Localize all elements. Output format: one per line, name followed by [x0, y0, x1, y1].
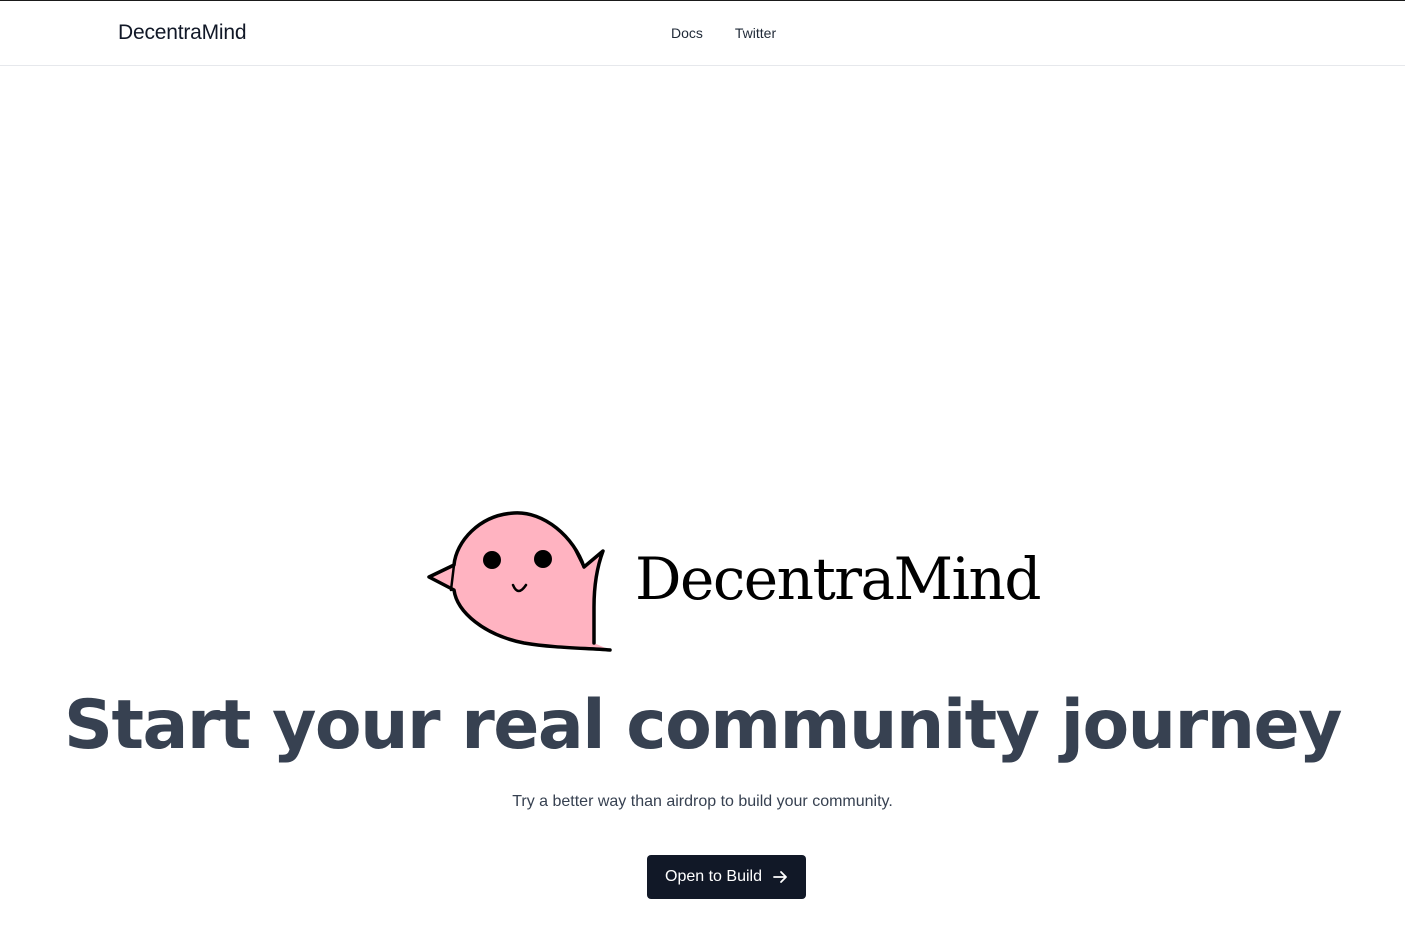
pink-ghost-mascot-icon: [427, 511, 612, 652]
nav-link-docs[interactable]: Docs: [671, 25, 703, 41]
nav-links: Docs Twitter: [671, 25, 776, 41]
cta-label: Open to Build: [665, 868, 762, 885]
top-navbar: DecentraMind Docs Twitter: [0, 1, 1405, 66]
logo-wordmark: DecentraMind: [635, 545, 1042, 613]
hero-subheadline: Try a better way than airdrop to build y…: [512, 793, 893, 810]
hero-logo: DecentraMind: [424, 507, 1042, 657]
open-to-build-button[interactable]: Open to Build: [647, 855, 806, 899]
arrow-right-icon: [773, 871, 787, 883]
nav-link-twitter[interactable]: Twitter: [735, 25, 776, 41]
hero-headline: Start your real community journey: [64, 686, 1342, 765]
brand-logo-link[interactable]: DecentraMind: [118, 21, 247, 45]
